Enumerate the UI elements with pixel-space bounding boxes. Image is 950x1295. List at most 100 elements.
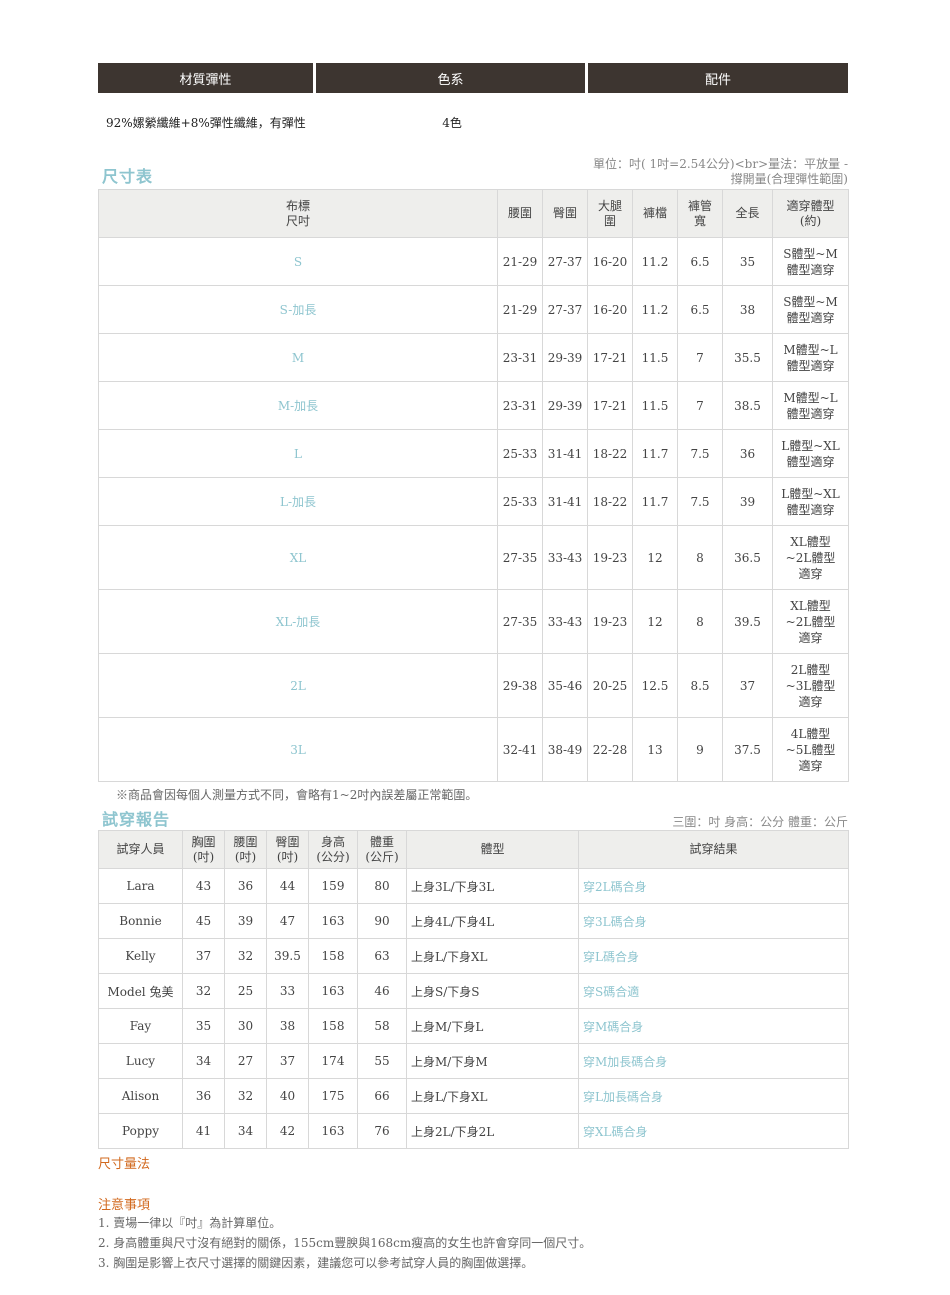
size-value: 17-21 [587,381,633,430]
size-value: 29-39 [542,333,588,382]
try-on-column-header: 試穿結果 [578,830,849,869]
table-row: 2L 29-38 35-46 20-25 12.5 8.5 37 2L體型 ~3L體型 適穿 [98,653,849,718]
measurement-value: 36 [182,1078,225,1114]
size-value: 7 [677,333,723,382]
material-header-cell: 材質彈性 [98,63,313,93]
try-on-column-header: 體重 (公斤) [357,830,407,869]
table-row: Kelly 37 32 39.5 158 63 上身L/下身XL 穿L碼合身 [98,938,849,974]
size-chart-remark: ※商品會因每個人測量方式不同，會略有1~2吋內誤差屬正常範圍。 [116,788,478,802]
try-on-column-header: 試穿人員 [98,830,183,869]
size-value: 8 [677,589,723,654]
size-value: 25-33 [497,477,543,526]
try-on-body: Lara 43 36 44 159 80 上身3L/下身3L 穿2L碼合身 Bonnie 45 39… [98,868,849,1149]
size-value: 33-43 [542,525,588,590]
size-label: L [98,429,498,478]
size-value: 12 [632,525,678,590]
table-row: XL 27-35 33-43 19-23 12 8 36.5 XL體型 ~2L體型 適穿 [98,525,849,590]
table-row: Poppy 41 34 42 163 76 上身2L/下身2L 穿XL碼合身 [98,1113,849,1149]
size-chart-column-header: 腰圍 [497,189,543,238]
size-value: 8 [677,525,723,590]
model-name: Model 兔美 [98,973,183,1009]
size-value: 36 [722,429,773,478]
measure-method-link[interactable]: 尺寸量法 [98,1153,848,1172]
size-chart-column-header: 全長 [722,189,773,238]
try-on-result: 穿L加長碼合身 [578,1078,849,1114]
size-value: 11.7 [632,429,678,478]
measurement-value: 55 [357,1043,407,1079]
size-value: 31-41 [542,477,588,526]
size-value: 39 [722,477,773,526]
size-value: 12 [632,589,678,654]
size-value: 35.5 [722,333,773,382]
body-type: 上身L/下身XL [406,1078,579,1114]
color-value: 4色 [442,115,462,130]
measurement-value: 32 [182,973,225,1009]
measurement-value: 159 [308,868,358,904]
size-chart-column-header: 布標 尺吋 [98,189,498,238]
measurement-value: 42 [266,1113,309,1149]
size-value: 19-23 [587,525,633,590]
size-label: XL-加長 [98,589,498,654]
size-value: 38-49 [542,717,588,782]
note-item: 1. 賣場一律以『吋』為計算單位。 [98,1216,282,1230]
try-on-result: 穿3L碼合身 [578,903,849,939]
size-label: 3L [98,717,498,782]
material-header: 材質彈性 色系 配件 [98,63,848,93]
model-name: Kelly [98,938,183,974]
size-label: M [98,333,498,382]
fit-description: L體型~XL 體型適穿 [772,429,849,478]
measurement-value: 36 [224,868,267,904]
measurement-value: 33 [266,973,309,1009]
table-row: Fay 35 30 38 158 58 上身M/下身L 穿M碼合身 [98,1008,849,1044]
size-label: S [98,237,498,286]
size-value: 37 [722,653,773,718]
try-on-head-row: 試穿人員 胸圍 (吋) 腰圍 (吋) 臀圍 (吋) 身高 (公分) 體重 (公斤) 體型 試穿結果 [98,830,849,869]
size-value: 16-20 [587,285,633,334]
fit-description: M體型~L 體型適穿 [772,381,849,430]
size-value: 7.5 [677,429,723,478]
size-chart-column-header: 大腿圍 [587,189,633,238]
size-value: 16-20 [587,237,633,286]
fit-description: M體型~L 體型適穿 [772,333,849,382]
size-value: 35 [722,237,773,286]
body-type: 上身M/下身L [406,1008,579,1044]
measurement-value: 174 [308,1043,358,1079]
size-label: XL [98,525,498,590]
table-row: L-加長 25-33 31-41 18-22 11.7 7.5 39 L體型~XL 體型適穿 [98,477,849,526]
table-row: Alison 36 32 40 175 66 上身L/下身XL 穿L加長碼合身 [98,1078,849,1114]
size-chart-body: S 21-29 27-37 16-20 11.2 6.5 35 S體型~M 體型適穿 S-加長 21… [98,237,849,782]
size-value: 29-39 [542,381,588,430]
measurement-value: 47 [266,903,309,939]
size-value: 27-37 [542,285,588,334]
size-label: M-加長 [98,381,498,430]
notes-title: 注意事項 [98,1198,151,1213]
size-value: 25-33 [497,429,543,478]
fit-description: XL體型 ~2L體型 適穿 [772,589,849,654]
model-name: Alison [98,1078,183,1114]
size-value: 23-31 [497,333,543,382]
size-value: 21-29 [497,237,543,286]
try-on-header: 試穿報告 三圍：吋 身高：公分 體重：公斤 [98,806,848,830]
model-name: Poppy [98,1113,183,1149]
size-value: 18-22 [587,477,633,526]
size-value: 23-31 [497,381,543,430]
table-row: Lara 43 36 44 159 80 上身3L/下身3L 穿2L碼合身 [98,868,849,904]
model-name: Bonnie [98,903,183,939]
measurement-value: 63 [357,938,407,974]
model-name: Lucy [98,1043,183,1079]
measurement-value: 76 [357,1113,407,1149]
material-value: 92%嫘縈纖維+8%彈性纖維，有彈性 [106,115,306,130]
size-value: 22-28 [587,717,633,782]
note-item: 2. 身高體重與尺寸沒有絕對的關係，155cm豐腴與168cm瘦高的女生也許會穿… [98,1236,592,1250]
fit-description: 4L體型 ~5L體型 適穿 [772,717,849,782]
size-value: 32-41 [497,717,543,782]
measurement-value: 90 [357,903,407,939]
measurement-value: 35 [182,1008,225,1044]
measurement-value: 80 [357,868,407,904]
table-row: 3L 32-41 38-49 22-28 13 9 37.5 4L體型 ~5L體型 適穿 [98,717,849,782]
size-value: 17-21 [587,333,633,382]
measurement-value: 32 [224,938,267,974]
fit-description: 2L體型 ~3L體型 適穿 [772,653,849,718]
table-row: M-加長 23-31 29-39 17-21 11.5 7 38.5 M體型~L 體型適穿 [98,381,849,430]
size-chart-title: 尺寸表 [102,167,154,186]
